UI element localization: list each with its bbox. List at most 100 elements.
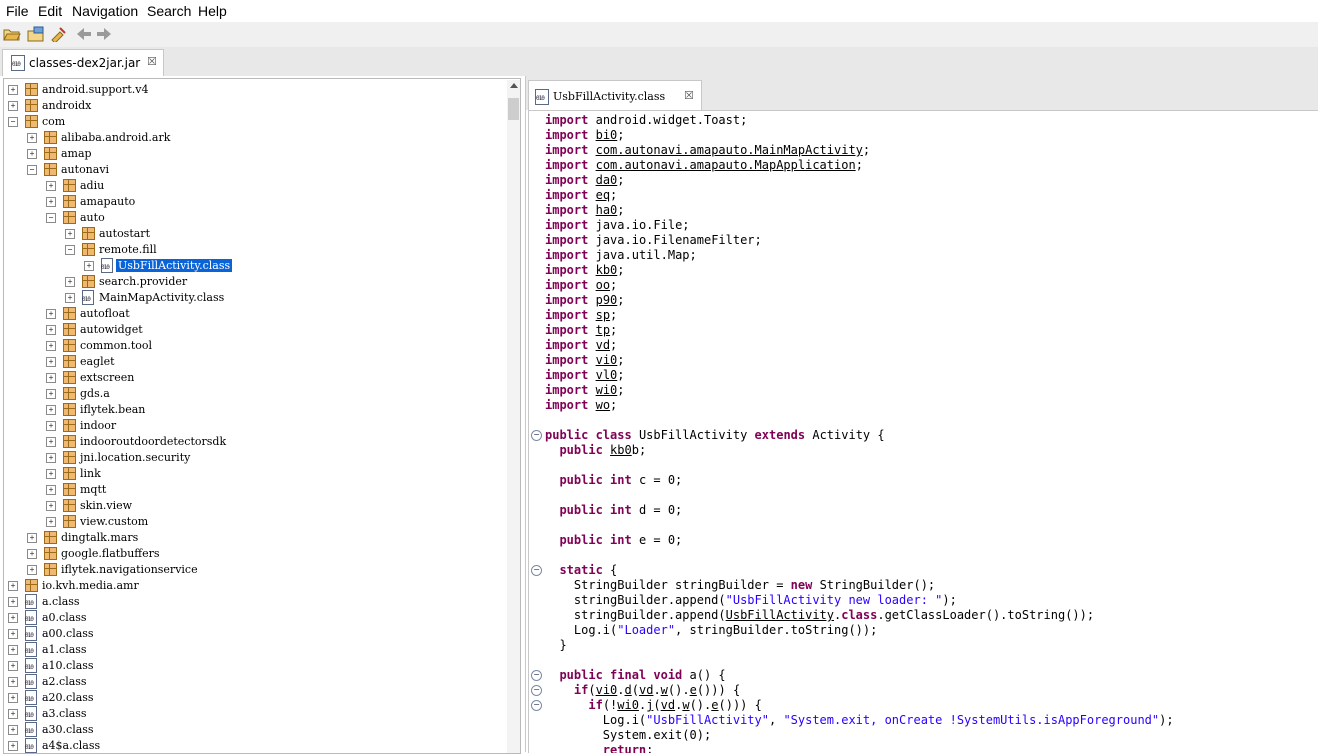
code-reference[interactable]: wi0 xyxy=(617,698,639,712)
expand-icon[interactable]: + xyxy=(8,741,18,751)
code-editor[interactable]: import android.widget.Toast; import bi0; i… xyxy=(528,110,1318,753)
code-reference[interactable]: bi0 xyxy=(596,128,618,142)
expand-icon[interactable]: + xyxy=(46,437,56,447)
code-reference[interactable]: com.autonavi.amapauto.MainMapActivity xyxy=(596,143,863,157)
expand-icon[interactable]: + xyxy=(46,453,56,463)
tree-package-item[interactable]: + android.support.v4 xyxy=(8,82,488,98)
code-reference[interactable]: e xyxy=(711,698,718,712)
collapse-icon[interactable]: − xyxy=(27,165,37,175)
code-reference[interactable]: vi0 xyxy=(596,683,618,697)
code-reference[interactable]: p90 xyxy=(596,293,618,307)
tree-package-item[interactable]: + google.flatbuffers xyxy=(27,546,507,562)
tree-scrollbar[interactable] xyxy=(507,80,520,753)
tree-class-item[interactable]: + a3.class xyxy=(8,706,488,722)
tree-class-item[interactable]: + UsbFillActivity.class xyxy=(84,258,520,274)
expand-icon[interactable]: + xyxy=(8,101,18,111)
fold-toggle-icon[interactable]: − xyxy=(531,430,542,441)
open-archive-icon[interactable] xyxy=(27,26,45,42)
expand-icon[interactable]: + xyxy=(27,565,37,575)
expand-icon[interactable]: + xyxy=(8,85,18,95)
collapse-icon[interactable]: − xyxy=(46,213,56,223)
tree-package-item[interactable]: + amapauto xyxy=(46,194,520,210)
collapse-icon[interactable]: − xyxy=(65,245,75,255)
expand-icon[interactable]: + xyxy=(46,421,56,431)
expand-icon[interactable]: + xyxy=(65,277,75,287)
tree-package-item[interactable]: + skin.view xyxy=(46,498,520,514)
code-reference[interactable]: e xyxy=(690,683,697,697)
expand-icon[interactable]: + xyxy=(46,405,56,415)
menu-file[interactable]: File xyxy=(6,3,29,19)
code-reference[interactable]: da0 xyxy=(596,173,618,187)
tree-package-item[interactable]: − auto xyxy=(46,210,520,226)
collapse-icon[interactable]: − xyxy=(8,117,18,127)
code-reference[interactable]: vl0 xyxy=(596,368,618,382)
tree-package-item[interactable]: + autowidget xyxy=(46,322,520,338)
tree-package-item[interactable]: + alibaba.android.ark xyxy=(27,130,507,146)
tree-package-item[interactable]: + indooroutdoordetectorsdk xyxy=(46,434,520,450)
tree-class-item[interactable]: + MainMapActivity.class xyxy=(65,290,520,306)
expand-icon[interactable]: + xyxy=(65,229,75,239)
expand-icon[interactable]: + xyxy=(46,485,56,495)
scroll-up-icon[interactable] xyxy=(510,83,518,88)
tree-package-item[interactable]: + amap xyxy=(27,146,507,162)
expand-icon[interactable]: + xyxy=(84,261,94,271)
tree-package-item[interactable]: − autonavi xyxy=(27,162,507,178)
expand-icon[interactable]: + xyxy=(46,389,56,399)
code-reference[interactable]: sp xyxy=(596,308,610,322)
tree-package-item[interactable]: + search.provider xyxy=(65,274,520,290)
tree-package-item[interactable]: + iflytek.navigationservice xyxy=(27,562,507,578)
tree-package-item[interactable]: + extscreen xyxy=(46,370,520,386)
expand-icon[interactable]: + xyxy=(46,197,56,207)
code-reference[interactable]: vd xyxy=(596,338,610,352)
expand-icon[interactable]: + xyxy=(8,629,18,639)
scroll-thumb[interactable] xyxy=(508,98,519,120)
open-folder-icon[interactable] xyxy=(3,26,21,42)
tree-package-item[interactable]: + autostart xyxy=(65,226,520,242)
tree-package-item[interactable]: + mqtt xyxy=(46,482,520,498)
expand-icon[interactable]: + xyxy=(8,693,18,703)
code-reference[interactable]: oo xyxy=(596,278,610,292)
menu-navigation[interactable]: Navigation xyxy=(72,3,138,19)
code-reference[interactable]: w xyxy=(682,698,689,712)
expand-icon[interactable]: + xyxy=(46,469,56,479)
code-reference[interactable]: UsbFillActivity xyxy=(726,608,834,622)
fold-toggle-icon[interactable]: − xyxy=(531,565,542,576)
code-reference[interactable]: eq xyxy=(596,188,610,202)
expand-icon[interactable]: + xyxy=(8,613,18,623)
tree-class-item[interactable]: + a.class xyxy=(8,594,488,610)
tree-package-item[interactable]: − remote.fill xyxy=(65,242,520,258)
sync-icon[interactable] xyxy=(49,26,67,42)
tree-package-item[interactable]: + indoor xyxy=(46,418,520,434)
tab-classes-jar[interactable]: classes-dex2jar.jar ☒ xyxy=(2,49,164,76)
tree-class-item[interactable]: + a2.class xyxy=(8,674,488,690)
tree-class-item[interactable]: + a10.class xyxy=(8,658,488,674)
expand-icon[interactable]: + xyxy=(27,533,37,543)
tree-package-item[interactable]: + adiu xyxy=(46,178,520,194)
menu-search[interactable]: Search xyxy=(147,3,191,19)
tab-usbfillactivity[interactable]: UsbFillActivity.class ☒ xyxy=(528,80,702,111)
expand-icon[interactable]: + xyxy=(8,645,18,655)
fold-toggle-icon[interactable]: − xyxy=(531,700,542,711)
code-reference[interactable]: ha0 xyxy=(596,203,618,217)
code-reference[interactable]: wi0 xyxy=(596,383,618,397)
tree-class-item[interactable]: + a20.class xyxy=(8,690,488,706)
tree-package-item[interactable]: + common.tool xyxy=(46,338,520,354)
code-reference[interactable]: d xyxy=(625,683,632,697)
expand-icon[interactable]: + xyxy=(8,677,18,687)
expand-icon[interactable]: + xyxy=(27,549,37,559)
forward-arrow-icon[interactable] xyxy=(95,26,113,42)
menu-help[interactable]: Help xyxy=(198,3,227,19)
expand-icon[interactable]: + xyxy=(8,661,18,671)
expand-icon[interactable]: + xyxy=(65,293,75,303)
code-reference[interactable]: kb0 xyxy=(610,443,632,457)
back-arrow-icon[interactable] xyxy=(75,26,93,42)
expand-icon[interactable]: + xyxy=(8,581,18,591)
expand-icon[interactable]: + xyxy=(46,341,56,351)
tree-package-item[interactable]: + autofloat xyxy=(46,306,520,322)
expand-icon[interactable]: + xyxy=(46,181,56,191)
expand-icon[interactable]: + xyxy=(27,149,37,159)
expand-icon[interactable]: + xyxy=(27,133,37,143)
expand-icon[interactable]: + xyxy=(46,501,56,511)
close-tab-icon[interactable]: ☒ xyxy=(684,89,694,102)
tree-package-item[interactable]: + io.kvh.media.amr xyxy=(8,578,488,594)
